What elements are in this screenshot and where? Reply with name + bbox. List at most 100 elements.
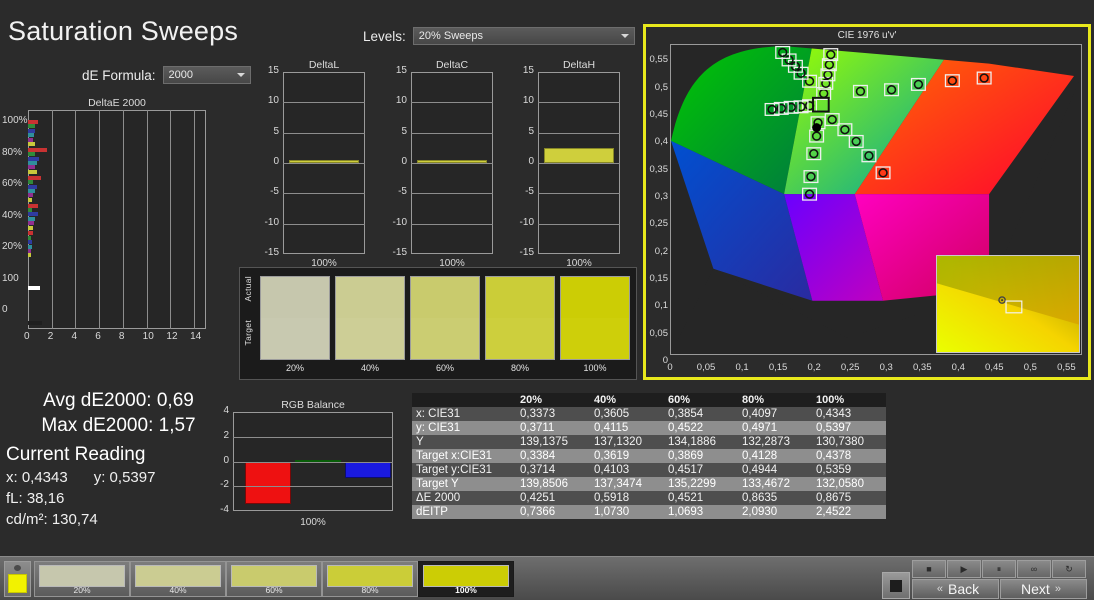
table-cell: 0,4521	[664, 491, 738, 505]
sweep-button-60[interactable]: 60%	[226, 561, 322, 597]
transport-loop-button[interactable]: ∞	[1017, 560, 1051, 578]
patch-label: 40%	[335, 363, 405, 373]
cie-chart-panel[interactable]: CIE 1976 u'v' 00,050,10,150,20,250,30,35…	[643, 24, 1091, 380]
grid-line	[411, 224, 493, 225]
table-row: x: CIE310,33730,36050,38540,40970,4343	[412, 407, 886, 421]
de-formula-label: dE Formula:	[82, 68, 156, 83]
stop-button[interactable]	[882, 572, 910, 599]
delta-e-bar	[28, 212, 38, 216]
delta-e-bar	[28, 165, 35, 169]
grid-line	[283, 133, 365, 134]
transport-stop-button[interactable]: ■	[912, 560, 946, 578]
cie-zoom-inset[interactable]	[936, 255, 1080, 353]
patch-column[interactable]: 80%	[485, 276, 555, 373]
table-cell: 139,8506	[516, 477, 590, 491]
patch-label: 80%	[485, 363, 555, 373]
y-tick: -10	[514, 217, 534, 228]
table-cell: 0,4522	[664, 421, 738, 435]
grid-line	[538, 133, 620, 134]
cie-x-tick: 0,5	[1024, 362, 1037, 373]
patch-column[interactable]: 60%	[410, 276, 480, 373]
table-column-header: 60%	[664, 393, 738, 407]
next-button[interactable]: Next »	[1000, 579, 1087, 599]
delta-h-chart-title: DeltaH	[538, 59, 620, 71]
delta-e-bar	[28, 185, 37, 189]
rgb-balance-x-caption: 100%	[233, 517, 393, 528]
patch-label: 100%	[560, 363, 630, 373]
chevron-down-icon	[621, 34, 629, 38]
delta-e-x-tick: 6	[95, 331, 101, 342]
delta-e-bar	[28, 221, 34, 225]
patch-column[interactable]: 20%	[260, 276, 330, 373]
table-cell: 0,4103	[590, 463, 664, 477]
table-cell: 0,5359	[812, 463, 886, 477]
y-tick: -5	[514, 186, 534, 197]
delta-e-bar	[28, 226, 33, 230]
delta-e-y-tick: 40%	[2, 210, 22, 221]
table-cell: 0,4251	[516, 491, 590, 505]
table-row: Target x:CIE310,33840,36190,38690,41280,…	[412, 449, 886, 463]
delta-e-y-tick: 80%	[2, 147, 22, 158]
sweep-swatch	[423, 565, 509, 587]
back-button[interactable]: « Back	[912, 579, 999, 599]
y-tick: -15	[387, 247, 407, 258]
sweep-swatch	[231, 565, 317, 587]
patch-swatch	[485, 276, 555, 360]
delta-e-bar	[28, 152, 35, 156]
sweep-label: 20%	[35, 585, 129, 595]
delta-e-bar	[28, 129, 35, 133]
grid-line	[123, 110, 124, 329]
transport-pause-button[interactable]: ⏸	[982, 560, 1016, 578]
sweep-button-20[interactable]: 20%	[34, 561, 130, 597]
transport-play-button[interactable]: ▶	[947, 560, 981, 578]
de-formula-select[interactable]: 2000	[163, 66, 251, 84]
table-cell: 0,3619	[590, 449, 664, 463]
patch-column[interactable]: 40%	[335, 276, 405, 373]
delta-e-bar	[28, 240, 32, 244]
sweep-label: 40%	[131, 585, 225, 595]
patch-column[interactable]: 100%	[560, 276, 630, 373]
table-row: dEITP0,73661,07301,06932,09302,4522	[412, 505, 886, 519]
table-row-label: ΔE 2000	[412, 491, 516, 505]
grid-line	[283, 163, 365, 164]
delta-l-chart: DeltaL 151050-5-10-15 100%	[283, 72, 365, 254]
table-cell: 130,7380	[812, 435, 886, 449]
delta-e-bar	[28, 180, 33, 184]
page-title: Saturation Sweeps	[8, 16, 238, 47]
table-row: Target Y139,8506137,3474135,2299133,4672…	[412, 477, 886, 491]
table-row-label: x: CIE31	[412, 407, 516, 421]
grid-line	[283, 224, 365, 225]
table-cell: 1,0693	[664, 505, 738, 519]
delta-e-x-tick: 2	[48, 331, 54, 342]
grid-line	[411, 163, 493, 164]
delta-e-bar	[28, 170, 37, 174]
sweep-button-40[interactable]: 40%	[130, 561, 226, 597]
y-tick: 15	[514, 65, 534, 76]
y-tick: 5	[514, 126, 534, 137]
levels-select[interactable]: 20% Sweeps	[413, 27, 635, 45]
table-cell: 135,2299	[664, 477, 738, 491]
delta-e-x-tick: 4	[71, 331, 77, 342]
table-row: y: CIE310,37110,41150,45220,49710,5397	[412, 421, 886, 435]
table-row: ΔE 20000,42510,59180,45210,86350,8675	[412, 491, 886, 505]
stop-icon: ■	[926, 564, 931, 574]
y-tick: 15	[259, 65, 279, 76]
chevron-down-icon	[237, 73, 245, 77]
sweep-button-100[interactable]: 100%	[418, 561, 514, 597]
transport-refresh-button[interactable]: ↻	[1052, 560, 1086, 578]
table-column-header: 40%	[590, 393, 664, 407]
patch-swatch	[335, 276, 405, 360]
color-patch-panel: Actual Target 20%40%60%80%100%	[239, 267, 637, 380]
delta-e-bar	[28, 198, 32, 202]
delta-e-x-tick: 10	[143, 331, 154, 342]
table-corner	[412, 393, 516, 407]
table-row: Y139,1375137,1320134,1886132,2873130,738…	[412, 435, 886, 449]
sweep-swatch	[327, 565, 413, 587]
sweep-button-80[interactable]: 80%	[322, 561, 418, 597]
table-row-label: dEITP	[412, 505, 516, 519]
rgb-y-tick: 4	[211, 405, 229, 416]
navigation-group: ■ ▶ ⏸ ∞ ↻ « Back Next »	[880, 558, 1092, 600]
table-column-header: 100%	[812, 393, 886, 407]
current-color-button[interactable]	[4, 561, 31, 597]
sweep-label: 100%	[419, 585, 513, 595]
